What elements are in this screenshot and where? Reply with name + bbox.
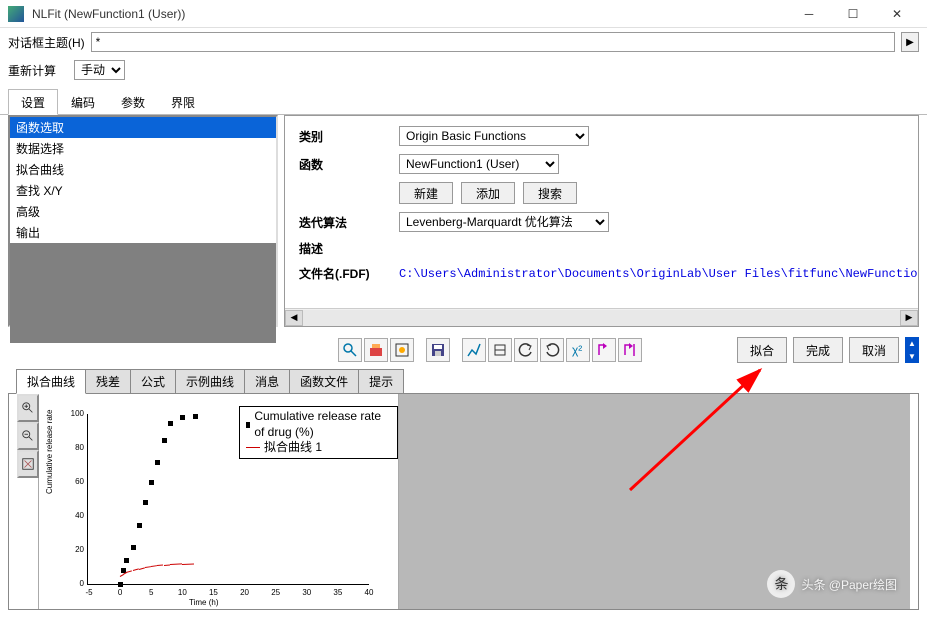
tab-residual[interactable]: 残差 (85, 369, 131, 393)
data-point (131, 545, 136, 550)
zoom-in-icon[interactable] (17, 394, 39, 422)
expand-up-icon[interactable]: ▲ (905, 337, 919, 350)
tab-code[interactable]: 编码 (58, 89, 108, 115)
data-point (162, 438, 167, 443)
description-label: 描述 (299, 240, 399, 257)
fit-button[interactable]: 拟合 (737, 337, 787, 363)
chart: Cumulative release rate of drug (%) 拟合曲线… (39, 394, 399, 609)
tool-icon-3[interactable] (390, 338, 414, 362)
tool-icon-1[interactable] (338, 338, 362, 362)
app-icon (8, 6, 24, 22)
function-form: 类别 Origin Basic Functions 函数 NewFunction… (284, 115, 919, 327)
data-point (143, 500, 148, 505)
horizontal-scrollbar[interactable]: ◀ ▶ (285, 308, 918, 326)
data-point (180, 415, 185, 420)
rescale-icon[interactable] (17, 450, 39, 478)
scroll-right-icon[interactable]: ▶ (900, 310, 918, 326)
data-point (118, 582, 123, 587)
category-label: 类别 (299, 128, 399, 145)
svg-text:χ²: χ² (572, 343, 582, 357)
search-button[interactable]: 搜索 (523, 182, 577, 204)
tool-icon-6[interactable] (488, 338, 512, 362)
scroll-left-icon[interactable]: ◀ (285, 310, 303, 326)
tab-settings[interactable]: 设置 (8, 89, 58, 115)
data-point (124, 558, 129, 563)
recalc-label: 重新计算 (8, 62, 56, 79)
watermark: 条 头条 @Paper绘图 (767, 570, 897, 598)
tab-funcfile[interactable]: 函数文件 (289, 369, 359, 393)
function-select[interactable]: NewFunction1 (User) (399, 154, 559, 174)
data-point (155, 460, 160, 465)
list-item-advanced[interactable]: 高级 (10, 201, 276, 222)
redo-icon[interactable] (540, 338, 564, 362)
filename-label: 文件名(.FDF) (299, 265, 399, 282)
data-point (137, 523, 142, 528)
function-label: 函数 (299, 156, 399, 173)
tool-icon-5[interactable] (462, 338, 486, 362)
data-point (149, 480, 154, 485)
watermark-icon: 条 (767, 570, 795, 598)
iteration-select[interactable]: Levenberg-Marquardt 优化算法 (399, 212, 609, 232)
titlebar: NLFit (NewFunction1 (User)) ─ ☐ ✕ (0, 0, 927, 28)
iteration-label: 迭代算法 (299, 214, 399, 231)
recalc-row: 重新计算 手动 (0, 56, 927, 84)
step-icon[interactable] (592, 338, 616, 362)
minimize-button[interactable]: ─ (787, 0, 831, 28)
list-item-fit-curve[interactable]: 拟合曲线 (10, 159, 276, 180)
tab-messages[interactable]: 消息 (244, 369, 290, 393)
tool-icon-2[interactable] (364, 338, 388, 362)
expand-down-icon[interactable]: ▼ (905, 350, 919, 363)
tab-sample[interactable]: 示例曲线 (175, 369, 245, 393)
save-icon[interactable] (426, 338, 450, 362)
tab-bounds[interactable]: 界限 (158, 89, 208, 115)
tab-fitcurve[interactable]: 拟合曲线 (16, 369, 86, 394)
data-point (168, 421, 173, 426)
tab-hint[interactable]: 提示 (358, 369, 404, 393)
list-item-find-xy[interactable]: 查找 X/Y (10, 180, 276, 201)
new-button[interactable]: 新建 (399, 182, 453, 204)
data-point (193, 414, 198, 419)
lower-tabs: 拟合曲线 残差 公式 示例曲线 消息 函数文件 提示 (8, 369, 919, 394)
filename-value: C:\Users\Administrator\Documents\OriginL… (399, 267, 919, 281)
cancel-button[interactable]: 取消 (849, 337, 899, 363)
run-icon[interactable] (618, 338, 642, 362)
dialog-theme-input[interactable] (91, 32, 895, 52)
category-select[interactable]: Origin Basic Functions (399, 126, 589, 146)
list-item-function-select[interactable]: 函数选取 (10, 117, 276, 138)
tab-formula[interactable]: 公式 (130, 369, 176, 393)
dialog-theme-row: 对话框主题(H) ▶ (0, 28, 927, 56)
undo-icon[interactable] (514, 338, 538, 362)
tab-params[interactable]: 参数 (108, 89, 158, 115)
list-item-data-select[interactable]: 数据选择 (10, 138, 276, 159)
maximize-button[interactable]: ☐ (831, 0, 875, 28)
tool-icon-9[interactable]: χ² (566, 338, 590, 362)
dialog-theme-label: 对话框主题(H) (8, 34, 85, 51)
close-button[interactable]: ✕ (875, 0, 919, 28)
zoom-out-icon[interactable] (17, 422, 39, 450)
recalc-select[interactable]: 手动 (74, 60, 125, 80)
window-title: NLFit (NewFunction1 (User)) (32, 7, 787, 21)
add-button[interactable]: 添加 (461, 182, 515, 204)
list-item-output[interactable]: 输出 (10, 222, 276, 243)
y-axis-label: Cumulative release rate (45, 410, 54, 494)
dialog-theme-menu-button[interactable]: ▶ (901, 32, 919, 52)
upper-tabs: 设置 编码 参数 界限 (0, 88, 927, 115)
done-button[interactable]: 完成 (793, 337, 843, 363)
x-axis-label: Time (h) (189, 598, 218, 607)
upper-body: 函数选取 数据选择 拟合曲线 查找 X/Y 高级 输出 类别 Origin Ba… (0, 115, 927, 331)
settings-list: 函数选取 数据选择 拟合曲线 查找 X/Y 高级 输出 (8, 115, 278, 327)
